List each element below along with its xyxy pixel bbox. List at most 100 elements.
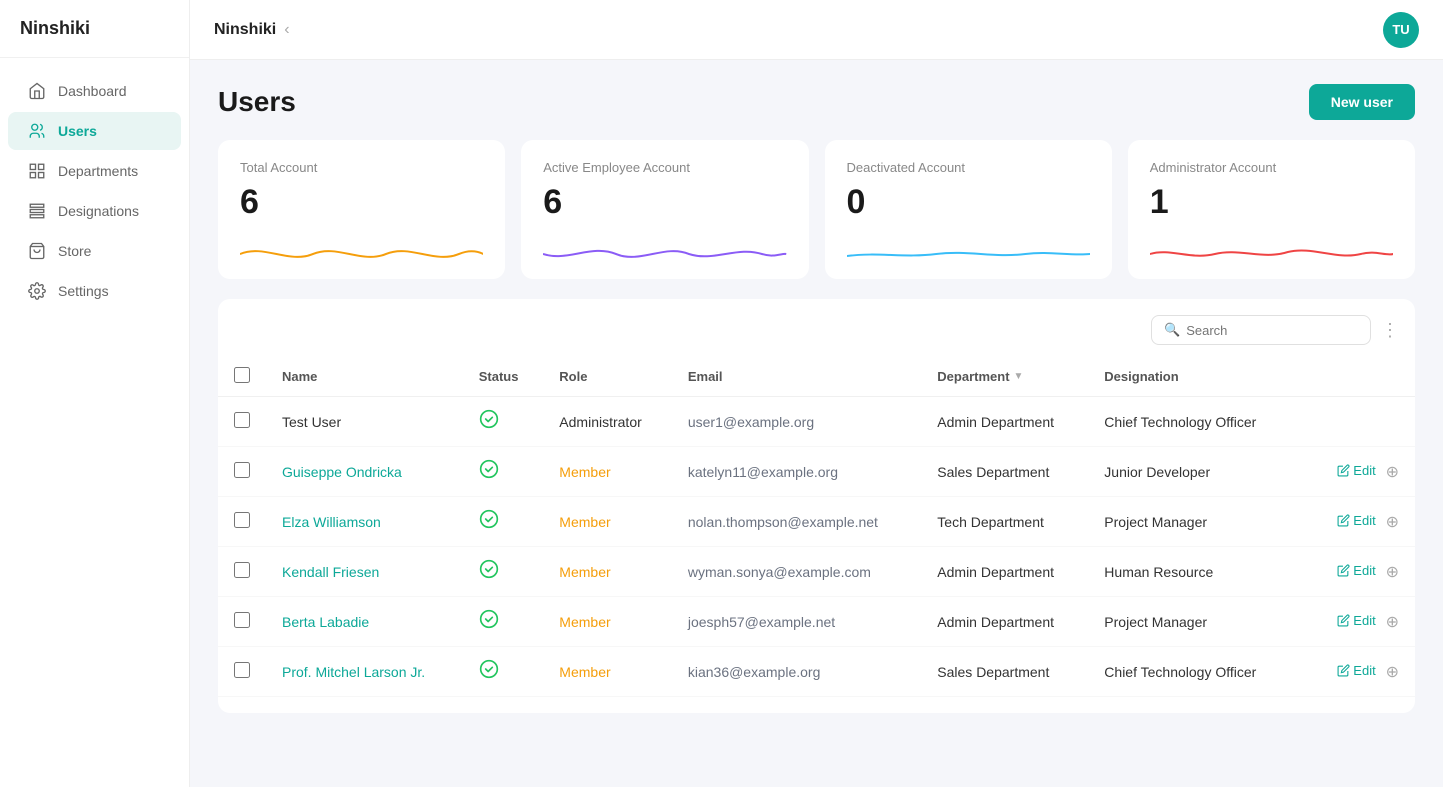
more-options-icon[interactable]: ⊕ <box>1386 664 1399 681</box>
edit-button[interactable]: Edit <box>1337 513 1375 528</box>
sort-arrow-icon: ▼ <box>1014 371 1024 382</box>
sidebar-item-label: Users <box>58 123 97 139</box>
status-active-svg <box>479 659 499 679</box>
row-name[interactable]: Kendall Friesen <box>266 547 463 597</box>
stat-value-deactivated: 0 <box>847 183 1090 222</box>
row-designation: Chief Technology Officer <box>1088 397 1295 447</box>
sidebar-item-users[interactable]: Users <box>8 112 181 150</box>
row-role: Member <box>543 547 672 597</box>
more-options-icon[interactable]: ⊕ <box>1386 464 1399 481</box>
search-input[interactable] <box>1186 323 1358 338</box>
row-name[interactable]: Prof. Mitchel Larson Jr. <box>266 647 463 697</box>
more-options-icon[interactable]: ⊕ <box>1386 614 1399 631</box>
header-name: Name <box>266 357 463 397</box>
search-box[interactable]: 🔍 <box>1151 315 1371 345</box>
select-all-checkbox[interactable] <box>234 367 250 383</box>
departments-icon <box>28 162 46 180</box>
stat-label-deactivated: Deactivated Account <box>847 160 1090 175</box>
sidebar-item-settings[interactable]: Settings <box>8 272 181 310</box>
status-active-icon <box>479 513 499 533</box>
row-status <box>463 397 544 447</box>
edit-icon <box>1337 614 1350 627</box>
table-row: Test User Administrator user1@example.or… <box>218 397 1415 447</box>
row-checkbox-cell <box>218 597 266 647</box>
row-actions: Edit ⊕ <box>1295 547 1415 597</box>
row-checkbox[interactable] <box>234 462 250 478</box>
wave-admin <box>1150 234 1393 274</box>
row-checkbox-cell <box>218 497 266 547</box>
row-checkbox-cell <box>218 397 266 447</box>
app-logo: Ninshiki <box>0 0 189 58</box>
header-email: Email <box>672 357 921 397</box>
topbar: Ninshiki ‹ TU <box>190 0 1443 60</box>
status-active-icon <box>479 663 499 683</box>
gear-icon <box>28 282 46 300</box>
status-active-icon <box>479 613 499 633</box>
edit-icon <box>1337 514 1350 527</box>
row-department: Sales Department <box>921 447 1088 497</box>
page-title: Users <box>218 86 296 118</box>
grid-view-icon[interactable]: ⋮ <box>1381 320 1399 341</box>
row-name[interactable]: Berta Labadie <box>266 597 463 647</box>
row-status <box>463 547 544 597</box>
row-checkbox[interactable] <box>234 662 250 678</box>
row-name[interactable]: Test User <box>266 397 463 447</box>
header-actions <box>1295 357 1415 397</box>
chevron-left-icon[interactable]: ‹ <box>284 21 289 39</box>
row-email: user1@example.org <box>672 397 921 447</box>
department-sort[interactable]: Department ▼ <box>937 369 1023 384</box>
row-designation: Project Manager <box>1088 597 1295 647</box>
row-role: Member <box>543 647 672 697</box>
row-designation: Project Manager <box>1088 497 1295 547</box>
row-name[interactable]: Elza Williamson <box>266 497 463 547</box>
sidebar: Ninshiki Dashboard Users Departments Des… <box>0 0 190 787</box>
stat-label-total: Total Account <box>240 160 483 175</box>
edit-button[interactable]: Edit <box>1337 663 1375 678</box>
row-actions: Edit ⊕ <box>1295 447 1415 497</box>
users-icon <box>28 122 46 140</box>
row-checkbox[interactable] <box>234 512 250 528</box>
table-row: Berta Labadie Member joesph57@example.ne… <box>218 597 1415 647</box>
row-email: nolan.thompson@example.net <box>672 497 921 547</box>
sidebar-item-store[interactable]: Store <box>8 232 181 270</box>
row-checkbox[interactable] <box>234 562 250 578</box>
row-status <box>463 497 544 547</box>
home-icon <box>28 82 46 100</box>
header-role: Role <box>543 357 672 397</box>
new-user-button[interactable]: New user <box>1309 84 1415 120</box>
sidebar-item-dashboard[interactable]: Dashboard <box>8 72 181 110</box>
row-department: Admin Department <box>921 397 1088 447</box>
stat-label-admin: Administrator Account <box>1150 160 1393 175</box>
row-actions <box>1295 397 1415 447</box>
sidebar-item-departments[interactable]: Departments <box>8 152 181 190</box>
row-checkbox[interactable] <box>234 412 250 428</box>
row-department: Sales Department <box>921 647 1088 697</box>
more-options-icon[interactable]: ⊕ <box>1386 514 1399 531</box>
status-active-svg <box>479 609 499 629</box>
header-checkbox <box>218 357 266 397</box>
avatar[interactable]: TU <box>1383 12 1419 48</box>
stat-label-active: Active Employee Account <box>543 160 786 175</box>
row-role: Member <box>543 447 672 497</box>
row-name[interactable]: Guiseppe Ondricka <box>266 447 463 497</box>
row-checkbox-cell <box>218 647 266 697</box>
sidebar-item-label: Designations <box>58 203 139 219</box>
edit-button[interactable]: Edit <box>1337 463 1375 478</box>
more-options-icon[interactable]: ⊕ <box>1386 564 1399 581</box>
table-toolbar: 🔍 ⋮ <box>218 315 1415 357</box>
row-checkbox[interactable] <box>234 612 250 628</box>
row-actions: Edit ⊕ <box>1295 597 1415 647</box>
store-icon <box>28 242 46 260</box>
header-department[interactable]: Department ▼ <box>921 357 1088 397</box>
topbar-brand: Ninshiki <box>214 21 276 39</box>
row-checkbox-cell <box>218 547 266 597</box>
row-checkbox-cell <box>218 447 266 497</box>
sidebar-item-label: Dashboard <box>58 83 127 99</box>
edit-button[interactable]: Edit <box>1337 613 1375 628</box>
row-designation: Human Resource <box>1088 547 1295 597</box>
sidebar-item-designations[interactable]: Designations <box>8 192 181 230</box>
wave-active <box>543 234 786 274</box>
edit-button[interactable]: Edit <box>1337 563 1375 578</box>
page-content: Users New user Total Account 6 Active Em… <box>190 60 1443 787</box>
stat-card-total: Total Account 6 <box>218 140 505 279</box>
